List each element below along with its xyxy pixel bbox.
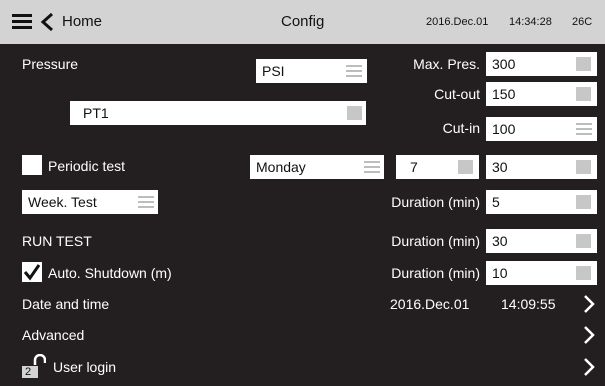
date-time-label[interactable]: Date and time — [22, 295, 109, 313]
menu-icon[interactable] — [12, 14, 32, 30]
slider-handle-icon — [347, 106, 362, 120]
periodic-duration-input[interactable]: 5 — [486, 190, 597, 214]
slider-handle-icon — [576, 195, 591, 209]
periodic-value-input[interactable]: 30 — [486, 155, 597, 179]
advanced-label[interactable]: Advanced — [22, 326, 84, 344]
periodic-day-value: Monday — [256, 159, 306, 175]
pressure-sensor-select[interactable]: PT1 — [70, 101, 366, 125]
periodic-test-label: Periodic test — [48, 158, 126, 174]
periodic-value: 30 — [492, 159, 508, 175]
top-bar: Home Config 2016.Dec.01 14:34:28 26C — [0, 0, 605, 44]
cut-out-value: 150 — [492, 86, 516, 102]
run-test-button[interactable]: RUN TEST — [22, 232, 92, 250]
list-icon — [576, 123, 592, 135]
periodic-duration-label: Duration (min) — [391, 194, 480, 210]
pressure-unit-value: PSI — [262, 63, 285, 79]
chevron-right-icon[interactable] — [582, 326, 596, 344]
list-icon — [138, 196, 154, 208]
slider-handle-icon — [576, 57, 591, 71]
header-date: 2016.Dec.01 — [426, 16, 489, 28]
page-title: Config — [281, 13, 325, 30]
cut-out-label: Cut-out — [434, 86, 480, 102]
cut-in-value: 100 — [492, 121, 516, 137]
list-icon — [364, 161, 380, 173]
auto-shutdown-checkbox[interactable] — [22, 262, 42, 282]
header-temperature: 26C — [572, 16, 593, 28]
slider-handle-icon — [576, 234, 591, 248]
time-value: 14:09:55 — [501, 296, 556, 312]
slider-handle-icon — [576, 266, 591, 280]
pressure-unit-select[interactable]: PSI — [256, 59, 367, 83]
max-pressure-value: 300 — [492, 56, 516, 72]
periodic-number-value: 7 — [410, 159, 418, 175]
chevron-right-icon[interactable] — [582, 358, 596, 376]
header-time: 14:34:28 — [509, 16, 552, 28]
slider-handle-icon — [576, 160, 591, 174]
auto-shutdown-duration-input[interactable]: 10 — [486, 261, 597, 285]
run-test-duration-label: Duration (min) — [391, 233, 480, 249]
periodic-duration-value: 5 — [492, 194, 500, 210]
max-pressure-label: Max. Pres. — [413, 56, 480, 72]
run-test-duration-input[interactable]: 30 — [486, 229, 597, 253]
periodic-test-checkbox[interactable] — [22, 155, 42, 175]
cut-in-input[interactable]: 100 — [486, 117, 597, 141]
max-pressure-input[interactable]: 300 — [486, 52, 597, 76]
periodic-number-select[interactable]: 7 — [396, 155, 479, 179]
auto-shutdown-label: Auto. Shutdown (m) — [48, 265, 172, 281]
pressure-sensor-value: PT1 — [83, 105, 109, 121]
home-link[interactable]: Home — [62, 0, 102, 44]
chevron-right-icon[interactable] — [582, 295, 596, 313]
test-mode-value: Week. Test — [28, 194, 97, 210]
auto-shutdown-duration-value: 10 — [492, 265, 508, 281]
slider-handle-icon — [576, 87, 591, 101]
pressure-label: Pressure — [22, 56, 79, 72]
auto-shutdown-duration-label: Duration (min) — [391, 265, 480, 281]
user-level-badge: 2 — [25, 366, 32, 378]
cut-out-input[interactable]: 150 — [486, 82, 597, 106]
back-chevron-icon[interactable] — [38, 12, 58, 32]
list-icon — [346, 65, 362, 77]
user-login-label[interactable]: User login — [53, 358, 116, 376]
slider-handle-icon — [458, 160, 473, 174]
periodic-day-select[interactable]: Monday — [250, 155, 384, 179]
run-test-duration-value: 30 — [492, 233, 508, 249]
test-mode-select[interactable]: Week. Test — [22, 190, 158, 214]
date-value: 2016.Dec.01 — [390, 296, 470, 312]
cut-in-label: Cut-in — [442, 120, 480, 136]
checkmark-icon — [23, 264, 41, 281]
user-login-icon-group[interactable]: 2 — [22, 354, 46, 378]
